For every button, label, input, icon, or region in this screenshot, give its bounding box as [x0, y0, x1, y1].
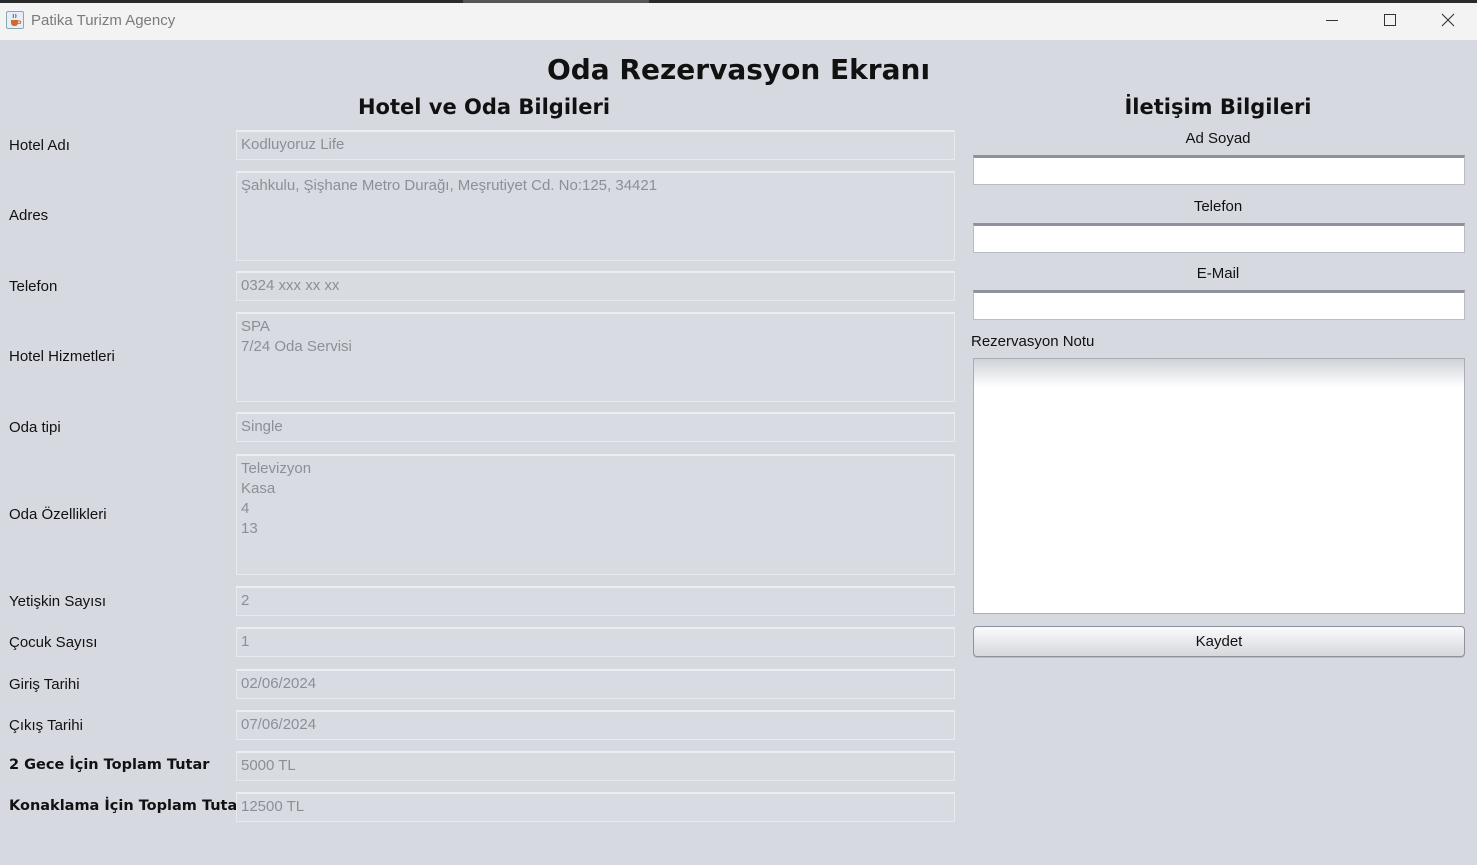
- hotel-services-field: SPA 7/24 Oda Servisi: [236, 312, 955, 402]
- child-count-label: Çocuk Sayısı: [9, 634, 98, 651]
- reservation-note-label: Rezervasyon Notu: [971, 333, 1095, 350]
- hotel-name-label: Hotel Adı: [9, 137, 70, 154]
- close-button[interactable]: [1419, 0, 1477, 40]
- hotel-services-label: Hotel Hizmetleri: [9, 348, 115, 365]
- room-features-label: Oda Özellikleri: [9, 506, 107, 523]
- check-in-label: Giriş Tarihi: [9, 676, 80, 693]
- minimize-button[interactable]: [1303, 0, 1361, 40]
- contact-section-heading: İletişim Bilgileri: [1124, 95, 1312, 119]
- contact-phone-label: Telefon: [1193, 198, 1243, 215]
- java-cup-icon: [6, 11, 24, 29]
- maximize-button[interactable]: [1361, 0, 1419, 40]
- reservation-note-textarea[interactable]: [973, 358, 1465, 614]
- taskbar-edge: [0, 0, 1477, 3]
- adult-count-field: 2: [236, 586, 955, 616]
- full-name-input[interactable]: [973, 155, 1465, 185]
- check-in-field: 02/06/2024: [236, 669, 955, 699]
- child-count-field: 1: [236, 627, 955, 657]
- check-out-label: Çıkış Tarihi: [9, 717, 83, 734]
- address-label: Adres: [9, 207, 49, 224]
- window-title: Patika Turizm Agency: [31, 12, 176, 29]
- minimize-icon: [1326, 20, 1338, 21]
- hotel-section-heading: Hotel ve Oda Bilgileri: [357, 95, 611, 119]
- window-title-bar: Patika Turizm Agency: [0, 0, 1477, 40]
- email-input[interactable]: [973, 290, 1465, 320]
- room-type-field: Single: [236, 412, 955, 442]
- hotel-phone-label: Telefon: [9, 278, 58, 295]
- save-button[interactable]: Kaydet: [973, 626, 1465, 657]
- maximize-icon: [1384, 14, 1396, 26]
- stay-total-label: Konaklama İçin Toplam Tutar: [9, 798, 245, 814]
- adult-count-label: Yetişkin Sayısı: [9, 593, 106, 610]
- nightly-total-label: 2 Gece İçin Toplam Tutar: [9, 757, 210, 773]
- contact-phone-input[interactable]: [973, 223, 1465, 253]
- room-features-field: Televizyon Kasa 4 13: [236, 454, 955, 575]
- stay-total-field: 12500 TL: [236, 792, 955, 822]
- address-field: Şahkulu, Şişhane Metro Durağı, Meşrutiye…: [236, 171, 955, 261]
- nightly-total-field: 5000 TL: [236, 751, 955, 781]
- close-icon: [1441, 13, 1455, 27]
- room-type-label: Oda tipi: [9, 419, 61, 436]
- email-label: E-Mail: [1196, 265, 1240, 282]
- hotel-phone-field: 0324 xxx xx xx: [236, 271, 955, 301]
- check-out-field: 07/06/2024: [236, 710, 955, 740]
- page-title: Oda Rezervasyon Ekranı: [546, 53, 931, 86]
- full-name-label: Ad Soyad: [1185, 130, 1251, 147]
- hotel-name-field: Kodluyoruz Life: [236, 130, 955, 160]
